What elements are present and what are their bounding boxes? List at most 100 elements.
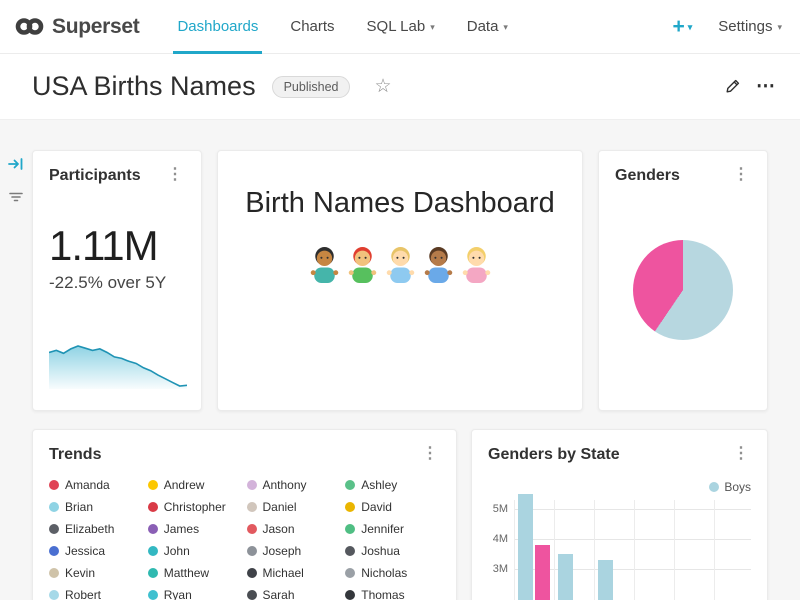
page-title: USA Births Names <box>32 71 256 102</box>
legend-item[interactable]: Joshua <box>345 544 440 558</box>
kebab-menu-icon[interactable]: ⋮ <box>731 167 751 183</box>
nav-charts[interactable]: Charts <box>274 0 350 54</box>
navbar-right: + ▾ Settings ▾ <box>672 15 782 39</box>
legend-item[interactable]: James <box>148 522 243 536</box>
legend-label: Nicholas <box>361 566 407 580</box>
superset-logo[interactable]: Superset <box>14 15 139 39</box>
gridline-vertical <box>594 500 595 600</box>
card-title: Participants <box>49 167 141 185</box>
legend-item[interactable]: Amanda <box>49 478 144 492</box>
legend-label: David <box>361 500 392 514</box>
card-title: Genders <box>615 167 680 185</box>
card-title: Trends <box>49 446 101 464</box>
legend-color-dot <box>247 590 257 600</box>
legend-color-dot <box>345 502 355 512</box>
dashboard-grid: Participants ⋮ 1.11M -22.5% over 5Y <box>32 150 768 600</box>
kebab-menu-icon[interactable]: ⋮ <box>731 446 751 462</box>
legend-item[interactable]: Ryan <box>148 588 243 600</box>
legend-label: Andrew <box>164 478 205 492</box>
nav-data[interactable]: Data ▾ <box>451 0 524 54</box>
bar-boys[interactable] <box>518 494 533 600</box>
legend-label: Brian <box>65 500 93 514</box>
trends-card: Trends ⋮ Amanda Andrew Anthony Ashley Brian C… <box>32 429 457 600</box>
legend-label: Thomas <box>361 588 404 600</box>
nav-sql-lab[interactable]: SQL Lab ▾ <box>351 0 451 54</box>
y-axis-tick: 5M <box>488 503 508 515</box>
legend-item[interactable]: Ashley <box>345 478 440 492</box>
legend-item[interactable]: Brian <box>49 500 144 514</box>
filter-rail <box>0 150 32 600</box>
legend-item[interactable]: Anthony <box>247 478 342 492</box>
gridline-vertical <box>554 500 555 600</box>
legend-item[interactable]: Michael <box>247 566 342 580</box>
superset-infinity-icon <box>14 16 45 37</box>
legend-item[interactable]: Elizabeth <box>49 522 144 536</box>
big-number-subheader: -22.5% over 5Y <box>49 273 185 293</box>
main-nav: Dashboards Charts SQL Lab ▾ Data ▾ <box>161 0 523 54</box>
bar-boys[interactable] <box>598 560 613 600</box>
chevron-down-icon: ▾ <box>430 21 435 32</box>
legend-label: Ashley <box>361 478 397 492</box>
legend-item[interactable]: Thomas <box>345 588 440 600</box>
legend-item[interactable]: Christopher <box>148 500 243 514</box>
gridline-vertical <box>634 500 635 600</box>
settings-menu[interactable]: Settings ▾ <box>718 18 782 35</box>
legend-color-dot <box>49 546 59 556</box>
edit-pencil-icon[interactable] <box>724 78 741 95</box>
card-header: Genders by State ⋮ <box>488 446 751 464</box>
brand-name: Superset <box>52 15 139 39</box>
genders-pie[interactable] <box>633 240 733 340</box>
legend-item[interactable]: Jennifer <box>345 522 440 536</box>
legend-item[interactable]: David <box>345 500 440 514</box>
kebab-menu-icon[interactable]: ⋮ <box>420 446 440 462</box>
header-actions: ⋯ <box>724 77 776 96</box>
legend-item[interactable]: Daniel <box>247 500 342 514</box>
legend-label: Joshua <box>361 544 400 558</box>
legend-item[interactable]: Sarah <box>247 588 342 600</box>
nav-label: Charts <box>290 18 334 35</box>
legend-color-dot <box>148 524 158 534</box>
legend-label: Elizabeth <box>65 522 114 536</box>
legend-item[interactable]: Andrew <box>148 478 243 492</box>
legend-color-dot <box>247 568 257 578</box>
legend-color-dot <box>49 590 59 600</box>
legend-label: Matthew <box>164 566 209 580</box>
gridline-horizontal <box>514 539 751 540</box>
genders-by-state-plot: 5M4M3M <box>488 488 751 600</box>
favorite-star-icon[interactable]: ☆ <box>374 75 391 98</box>
legend-item[interactable]: Nicholas <box>345 566 440 580</box>
published-badge[interactable]: Published <box>272 76 351 98</box>
dashboard-content: Participants ⋮ 1.11M -22.5% over 5Y <box>0 120 800 600</box>
legend-item[interactable]: Robert <box>49 588 144 600</box>
legend-item[interactable]: Kevin <box>49 566 144 580</box>
legend-label: Christopher <box>164 500 226 514</box>
legend-color-dot <box>345 546 355 556</box>
chevron-down-icon: ▾ <box>688 21 693 32</box>
filters-icon[interactable] <box>7 188 25 206</box>
bar-boys[interactable] <box>558 554 573 600</box>
settings-label: Settings <box>718 18 772 35</box>
card-header: Genders ⋮ <box>615 167 751 185</box>
genders-by-state-card: Genders by State ⋮ Boys 5M4M3M <box>471 429 768 600</box>
nav-dashboards[interactable]: Dashboards <box>161 0 274 54</box>
kebab-menu-icon[interactable]: ⋮ <box>165 167 185 183</box>
participants-card: Participants ⋮ 1.11M -22.5% over 5Y <box>32 150 202 411</box>
legend-item[interactable]: Joseph <box>247 544 342 558</box>
legend-color-dot <box>247 502 257 512</box>
legend-label: Jennifer <box>361 522 404 536</box>
legend-item[interactable]: Jessica <box>49 544 144 558</box>
bar-girls[interactable] <box>535 545 550 600</box>
new-item-button[interactable]: + ▾ <box>672 15 692 39</box>
trends-legend: Amanda Andrew Anthony Ashley Brian Christophe… <box>49 478 440 600</box>
legend-color-dot <box>148 568 158 578</box>
children-figures <box>309 246 492 285</box>
gridline-vertical <box>674 500 675 600</box>
legend-color-dot <box>345 480 355 490</box>
expand-filter-bar-icon[interactable] <box>7 155 25 173</box>
legend-item[interactable]: Jason <box>247 522 342 536</box>
legend-color-dot <box>247 524 257 534</box>
gridline-horizontal <box>514 509 751 510</box>
legend-item[interactable]: Matthew <box>148 566 243 580</box>
legend-item[interactable]: John <box>148 544 243 558</box>
more-options-icon[interactable]: ⋯ <box>756 77 776 96</box>
